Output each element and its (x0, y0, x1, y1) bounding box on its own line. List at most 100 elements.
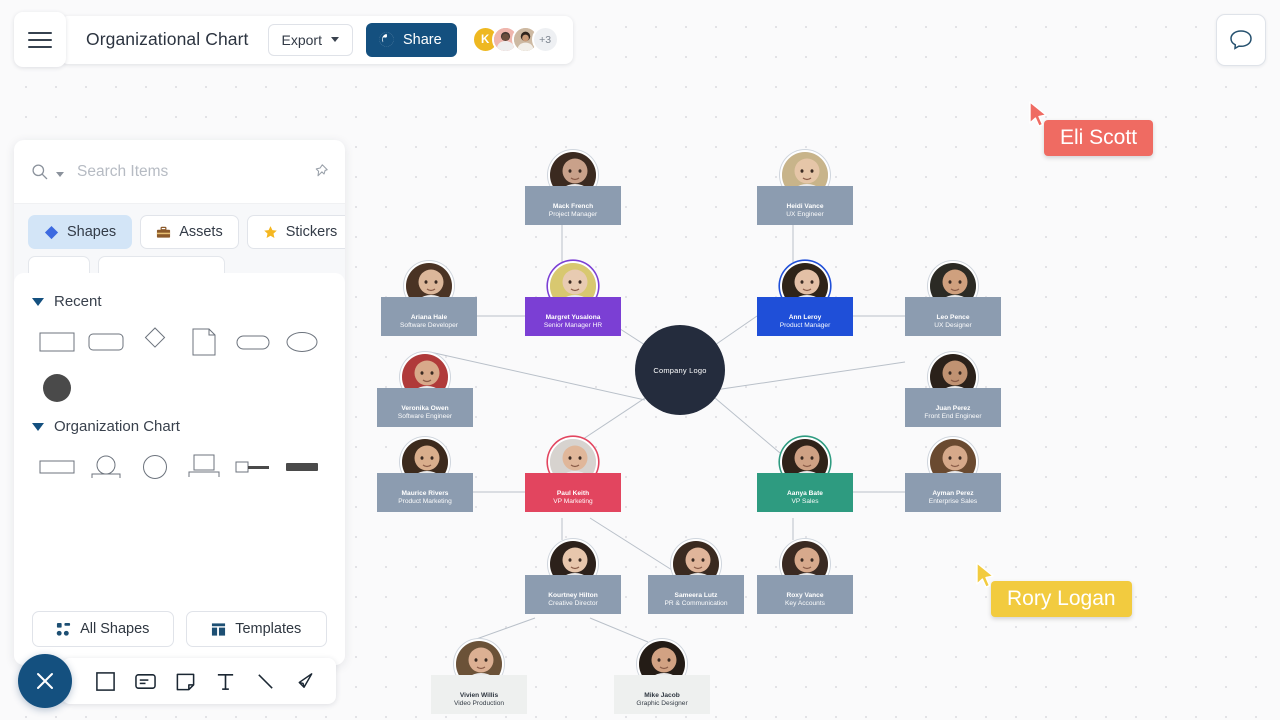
org-node[interactable]: Leo Pence UX Designer (905, 261, 1001, 337)
shape-pill[interactable] (231, 326, 275, 358)
search-bar[interactable] (14, 140, 345, 204)
shape-org-stacked[interactable] (182, 451, 226, 483)
org-node-name: Sameera Lutz (674, 592, 718, 599)
org-node-card[interactable]: Margret Yusalona Senior Manager HR (525, 297, 621, 337)
pen-icon (298, 672, 313, 688)
search-input[interactable] (77, 162, 305, 181)
org-node-name: Veronika Owen (401, 405, 449, 412)
org-node-card[interactable]: Juan Perez Front End Engineer (905, 388, 1001, 428)
search-filter-chevron-icon[interactable] (56, 171, 64, 177)
shape-filled-circle[interactable] (35, 372, 79, 404)
org-node[interactable]: Mike Jacob Graphic Designer (614, 639, 710, 715)
shape-document[interactable] (182, 326, 226, 358)
org-node[interactable]: Mack French Project Manager (525, 150, 621, 226)
shape-org-person[interactable] (84, 451, 128, 483)
org-node-card[interactable]: Sameera Lutz PR & Communication (648, 575, 744, 615)
org-node-name: Margret Yusalona (545, 314, 601, 321)
org-node-card[interactable]: Roxy Vance Key Accounts (757, 575, 853, 615)
cursor-arrow-icon (1029, 101, 1047, 127)
org-node-card[interactable]: Ayman Perez Enterprise Sales (905, 473, 1001, 513)
org-node[interactable]: Ann Leroy Product Manager (757, 261, 853, 337)
org-node[interactable]: Vivien Willis Video Production (431, 639, 527, 715)
org-node-role: Software Developer (400, 322, 458, 330)
close-panel-button[interactable] (18, 654, 72, 708)
org-node[interactable]: Roxy Vance Key Accounts (757, 539, 853, 615)
org-node[interactable]: Aanya Bate VP Sales (757, 437, 853, 513)
tab-label: Shapes (67, 224, 117, 240)
cursor-label: Eli Scott (1044, 120, 1154, 156)
org-node-card[interactable]: Heidi Vance UX Engineer (757, 186, 853, 226)
org-node-name: Vivien Willis (459, 692, 499, 699)
org-node[interactable]: Margret Yusalona Senior Manager HR (525, 261, 621, 337)
text-tool[interactable] (208, 664, 242, 698)
panel-tabs: Shapes Assets Stickers (28, 215, 345, 249)
org-node-name: Maurice Rivers (401, 490, 449, 497)
close-icon (37, 673, 53, 689)
org-node-company-logo[interactable]: Company Logo (635, 325, 725, 415)
org-node[interactable]: Heidi Vance UX Engineer (757, 150, 853, 226)
share-button[interactable]: Share (365, 22, 457, 57)
org-node-name: Paul Keith (556, 490, 590, 497)
export-button[interactable]: Export (267, 23, 353, 56)
text-t-icon (217, 673, 233, 690)
shape-org-assistant[interactable] (231, 451, 275, 483)
shape-ellipse[interactable] (280, 326, 324, 358)
tab-label: Stickers (285, 224, 338, 240)
org-node-card[interactable]: Veronika Owen Software Engineer (377, 388, 473, 428)
card-icon (134, 673, 156, 689)
drawing-tools (62, 658, 336, 704)
tab-shapes[interactable]: Shapes (28, 215, 133, 249)
org-node-card[interactable]: Ann Leroy Product Manager (757, 297, 853, 337)
comments-button[interactable] (1216, 14, 1266, 66)
org-node-card[interactable]: Kourtney Hilton Creative Director (525, 575, 621, 615)
shape-org-box[interactable] (35, 451, 79, 483)
shape-org-bar[interactable] (280, 451, 324, 483)
org-node[interactable]: Paul Keith VP Marketing (525, 437, 621, 513)
grid-icon (56, 622, 71, 636)
export-label: Export (281, 31, 322, 48)
shape-tool[interactable] (88, 664, 122, 698)
org-node-card[interactable]: Mack French Project Manager (525, 186, 621, 226)
shape-library: Recent Organization Chart (14, 273, 345, 589)
org-node-card[interactable]: Paul Keith VP Marketing (525, 473, 621, 513)
shape-rectangle[interactable] (35, 326, 79, 358)
org-node-card[interactable]: Ariana Hale Software Developer (381, 297, 477, 337)
card-tool[interactable] (128, 664, 162, 698)
org-node-card[interactable]: Mike Jacob Graphic Designer (614, 675, 710, 715)
pen-tool[interactable] (288, 664, 322, 698)
org-node[interactable]: Ariana Hale Software Developer (381, 261, 477, 337)
cursor-label: Rory Logan (991, 581, 1132, 617)
templates-button[interactable]: Templates (185, 611, 327, 647)
org-node[interactable]: Maurice Rivers Product Marketing (377, 437, 473, 513)
line-tool[interactable] (248, 664, 282, 698)
tab-assets[interactable]: Assets (140, 215, 239, 249)
avatar-overflow-badge[interactable]: +3 (531, 26, 559, 53)
shape-group-header-recent[interactable]: Recent (32, 293, 327, 310)
panel-spacer (32, 497, 327, 589)
org-node[interactable]: Sameera Lutz PR & Communication (648, 539, 744, 615)
shape-rounded-rectangle[interactable] (84, 326, 128, 358)
org-node-name: Ayman Perez (932, 490, 974, 497)
org-node[interactable]: Veronika Owen Software Engineer (377, 352, 473, 428)
org-node-name: Ann Leroy (788, 314, 822, 321)
bottom-toolbar (18, 654, 336, 708)
shape-diamond[interactable] (133, 326, 177, 358)
org-node[interactable]: Juan Perez Front End Engineer (905, 352, 1001, 428)
org-node-name: Aanya Bate (787, 490, 823, 497)
org-node-card[interactable]: Aanya Bate VP Sales (757, 473, 853, 513)
all-shapes-button[interactable]: All Shapes (32, 611, 174, 647)
org-node[interactable]: Kourtney Hilton Creative Director (525, 539, 621, 615)
pin-icon[interactable] (312, 163, 329, 180)
org-node[interactable]: Ayman Perez Enterprise Sales (905, 437, 1001, 513)
cursor-arrow-icon (976, 562, 994, 588)
shape-org-circle[interactable] (133, 451, 177, 483)
shape-group-header-org[interactable]: Organization Chart (32, 418, 327, 435)
org-node-card[interactable]: Leo Pence UX Designer (905, 297, 1001, 337)
org-node-role: UX Engineer (786, 211, 824, 219)
org-node-card[interactable]: Maurice Rivers Product Marketing (377, 473, 473, 513)
tab-stickers[interactable]: Stickers (246, 215, 345, 249)
collaborator-avatars[interactable]: K +3 (471, 26, 559, 53)
sticky-note-tool[interactable] (168, 664, 202, 698)
org-node-card[interactable]: Vivien Willis Video Production (431, 675, 527, 715)
menu-button[interactable] (14, 12, 66, 67)
